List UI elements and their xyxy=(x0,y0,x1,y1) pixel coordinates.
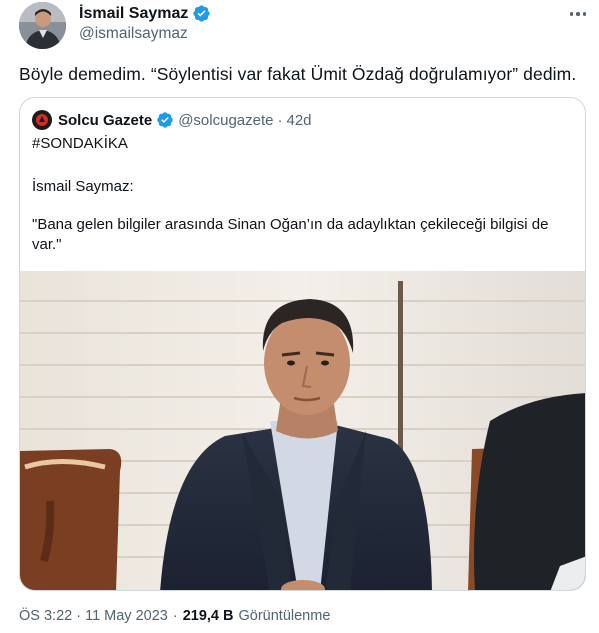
tweet-timestamp[interactable]: ÖS 3:22 · 11 May 2023 xyxy=(19,608,168,624)
quoted-verified-badge-icon xyxy=(157,112,173,128)
quoted-line-quote-end: var." xyxy=(32,236,62,253)
author-name[interactable]: İsmail Saymaz xyxy=(79,5,188,23)
quoted-line-quote: "Bana gelen bilgiler arasında Sinan Oğan… xyxy=(32,216,549,233)
author-handle[interactable]: @ismailsaymaz xyxy=(79,25,188,43)
tweet: İsmail Saymaz @ismailsaymaz Böyle demedi… xyxy=(0,0,599,633)
author-avatar-image xyxy=(19,2,66,49)
solcu-gazete-logo-icon xyxy=(36,114,48,126)
quoted-author-avatar xyxy=(32,110,52,130)
quoted-author-name[interactable]: Solcu Gazete xyxy=(58,112,152,129)
tweet-text: Böyle demedim. “Söylentisi var fakat Ümi… xyxy=(19,64,577,84)
quoted-hashtag[interactable]: #SONDAKİKA xyxy=(32,134,128,154)
quoted-timestamp[interactable]: 42d xyxy=(286,112,311,129)
man-in-suit-photo xyxy=(20,271,585,590)
quoted-tweet-photo[interactable] xyxy=(20,271,585,590)
quoted-tweet-card[interactable]: Solcu Gazete @solcugazete · 42d #SONDAKİ… xyxy=(19,97,586,591)
views-count: 219,4 B xyxy=(182,608,234,624)
author-avatar[interactable] xyxy=(19,2,66,49)
quoted-author-handle[interactable]: @solcugazete xyxy=(178,112,273,129)
quoted-separator: · xyxy=(277,111,283,129)
quoted-line-speaker: İsmail Saymaz: xyxy=(32,178,134,195)
views-label: Görüntülenme xyxy=(238,608,331,624)
tweet-meta: ÖS 3:22 · 11 May 2023 · 219,4 B Görüntül… xyxy=(19,608,330,624)
more-options-icon[interactable] xyxy=(566,6,590,22)
verified-badge-icon xyxy=(193,5,211,22)
meta-separator: · xyxy=(172,608,178,624)
